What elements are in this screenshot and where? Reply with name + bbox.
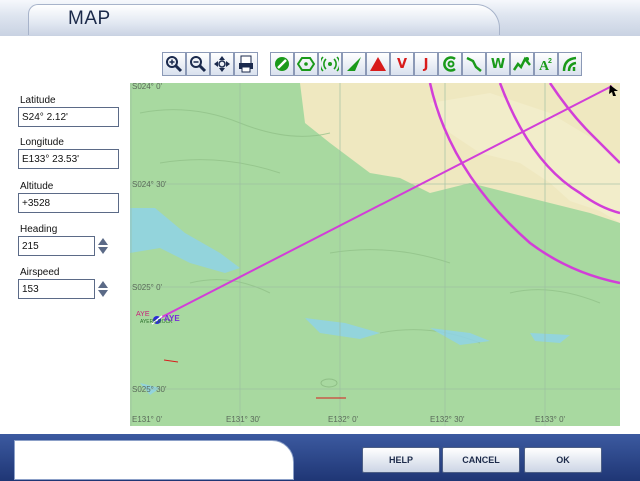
map-window: MAP V J W A 2 Latitude S24° 2.12' Longit… [0, 0, 640, 481]
latitude-field[interactable]: S24° 2.12' [18, 107, 119, 127]
airspeed-up-icon[interactable] [98, 281, 108, 288]
altitude-label: Altitude [20, 181, 54, 192]
lat-label-1: S024° 30' [132, 180, 167, 189]
heading-up-icon[interactable] [98, 238, 108, 245]
jet-airways-filter-icon[interactable]: J [414, 52, 438, 76]
terrain-filter-icon[interactable] [510, 52, 534, 76]
lon-label-3: E132° 0' [328, 415, 359, 424]
lat-label-2: S025° 0' [132, 283, 163, 292]
print-icon[interactable] [234, 52, 258, 76]
airspeed-label: Airspeed [20, 267, 60, 278]
intersection-filter-icon[interactable] [366, 52, 390, 76]
cancel-button[interactable]: CANCEL [442, 447, 520, 473]
map-canvas[interactable]: S024° 0' S024° 30' S025° 0' S025° 30' E1… [130, 83, 620, 426]
longitude-label: Longitude [20, 137, 64, 148]
ils-filter-icon[interactable] [342, 52, 366, 76]
longitude-field[interactable]: E133° 23.53' [18, 149, 119, 169]
title-bar: MAP [0, 0, 640, 37]
lat-label-3: S025° 30' [132, 385, 167, 394]
lon-label-4: E132° 30' [430, 415, 465, 424]
vor-filter-icon[interactable] [294, 52, 318, 76]
map-view[interactable]: S024° 0' S024° 30' S025° 0' S025° 30' E1… [130, 83, 620, 426]
towers-filter-icon[interactable] [558, 52, 582, 76]
airport-code-label-2: AYE [164, 314, 180, 323]
heading-down-icon[interactable] [98, 247, 108, 254]
victor-airways-filter-icon[interactable]: V [390, 52, 414, 76]
center-aircraft-icon[interactable] [210, 52, 234, 76]
lon-label-1: E131° 0' [132, 415, 163, 424]
latitude-label: Latitude [20, 95, 56, 106]
route-filter-icon[interactable] [462, 52, 486, 76]
heading-stepper[interactable] [97, 236, 109, 256]
airport-filter-icon[interactable] [270, 52, 294, 76]
airspace-filter-icon[interactable] [438, 52, 462, 76]
zoom-in-icon[interactable] [162, 52, 186, 76]
lon-label-5: E133° 0' [535, 415, 566, 424]
window-title: MAP [68, 8, 111, 29]
heading-label: Heading [20, 224, 58, 235]
heading-field[interactable]: 215 [18, 236, 95, 256]
airspeed-field[interactable]: 153 [18, 279, 95, 299]
airport-code-label: AYE [136, 311, 150, 318]
lon-label-2: E131° 30' [226, 415, 261, 424]
lat-label-top: S024° 0' [132, 83, 163, 91]
airspeed-down-icon[interactable] [98, 290, 108, 297]
zoom-out-icon[interactable] [186, 52, 210, 76]
altitude-field[interactable]: +3528 [18, 193, 119, 213]
status-panel [14, 440, 294, 480]
airspeed-stepper[interactable] [97, 279, 109, 299]
altitude-filter-icon[interactable]: A2 [534, 52, 558, 76]
weather-filter-icon[interactable]: W [486, 52, 510, 76]
svg-text:2: 2 [548, 58, 552, 65]
ok-button[interactable]: OK [524, 447, 602, 473]
ndb-filter-icon[interactable] [318, 52, 342, 76]
help-button[interactable]: HELP [362, 447, 440, 473]
